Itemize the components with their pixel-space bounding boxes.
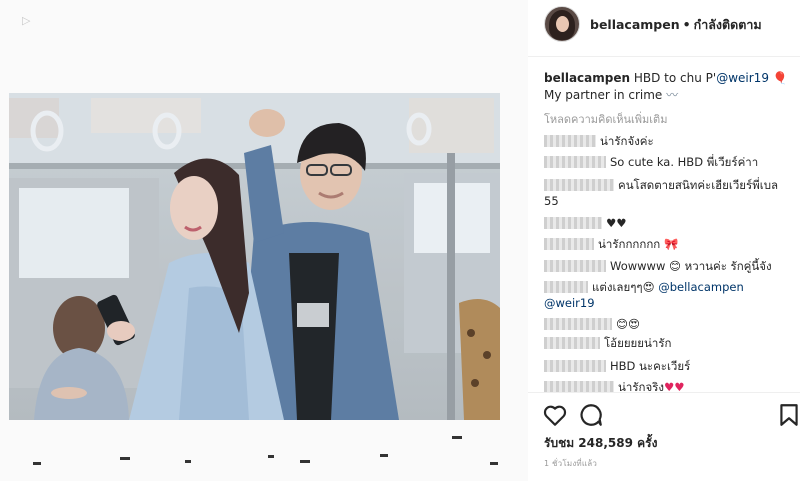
comment: 😊😍 (544, 316, 792, 332)
comment: So cute ka. HBD พี่เวียร์ค่าา (544, 154, 792, 170)
caption-text-2: My partner in crime (544, 88, 663, 102)
caption-text: HBD to chu P' (633, 71, 717, 85)
artifact (33, 462, 41, 465)
header-separator: • (682, 17, 691, 32)
timestamp: 1 ชั่วโมงที่แล้ว (544, 459, 598, 468)
artifact (490, 462, 498, 465)
caption-username[interactable]: bellacampen (544, 71, 630, 85)
bow-icon: 🎀 (663, 237, 679, 251)
comment: คนโสดตายสนิทค่ะเฮียเวียร์พี่เบล 55 (544, 178, 779, 208)
action-bar (528, 400, 800, 430)
comment: ♥♥ (544, 215, 792, 231)
blurred-username (544, 260, 606, 272)
avatar[interactable] (544, 6, 580, 42)
blurred-username (544, 135, 596, 147)
photo-illustration (9, 93, 500, 420)
artifact (268, 455, 274, 458)
post-panel: bellacampen • กำลังติดตาม bellacampen HBD … (528, 0, 800, 481)
comment-icon[interactable] (578, 402, 604, 428)
follow-status[interactable]: กำลังติดตาม (694, 17, 762, 32)
media-area: ▷ (0, 0, 528, 481)
bookmark-icon[interactable] (776, 402, 800, 428)
play-icon[interactable]: ▷ (22, 14, 30, 27)
blurred-username (544, 238, 594, 250)
view-count: รับชม 248,589 ครั้ง (544, 436, 658, 450)
header-username[interactable]: bellacampen (590, 17, 680, 32)
blurred-username (544, 179, 614, 191)
load-more-comments[interactable]: โหลดความคิดเห็นเพิ่มเติม (544, 110, 667, 128)
comment: HBD นะคะเวียร์ (544, 358, 792, 374)
blurred-username (544, 217, 602, 229)
comment: แต่งเลยๆๆ😍 @bellacampen @weir19 (544, 280, 744, 310)
header-username-row: bellacampen • กำลังติดตาม (590, 15, 762, 35)
post-photo[interactable] (9, 93, 500, 420)
caption-mention[interactable]: @weir19 (716, 71, 769, 85)
blurred-username (544, 337, 600, 349)
blurred-username (544, 318, 612, 330)
wave-icon: 〰 (666, 88, 679, 102)
comment: น่ารักจังค่ะ (544, 133, 792, 149)
post-header: bellacampen • กำลังติดตาม (528, 0, 800, 57)
blurred-username (544, 281, 588, 293)
blurred-username (544, 360, 606, 372)
artifact (380, 454, 388, 457)
caption: bellacampen HBD to chu P'@weir19 🎈 My par… (544, 70, 792, 104)
heart-icon[interactable] (542, 402, 568, 428)
divider (528, 392, 800, 393)
balloon-icon: 🎈 (772, 71, 788, 85)
artifact (185, 460, 191, 463)
comment: โอ้ยยยยน่ารัก (544, 335, 792, 351)
artifact (120, 457, 130, 460)
blurred-username (544, 156, 606, 168)
artifact (300, 460, 310, 463)
artifact (452, 436, 462, 439)
comment: Wowwww 😊 หวานค่ะ รักคู่นี้จัง (544, 258, 792, 274)
comment: น่ารักกกกกก 🎀 (544, 236, 792, 252)
